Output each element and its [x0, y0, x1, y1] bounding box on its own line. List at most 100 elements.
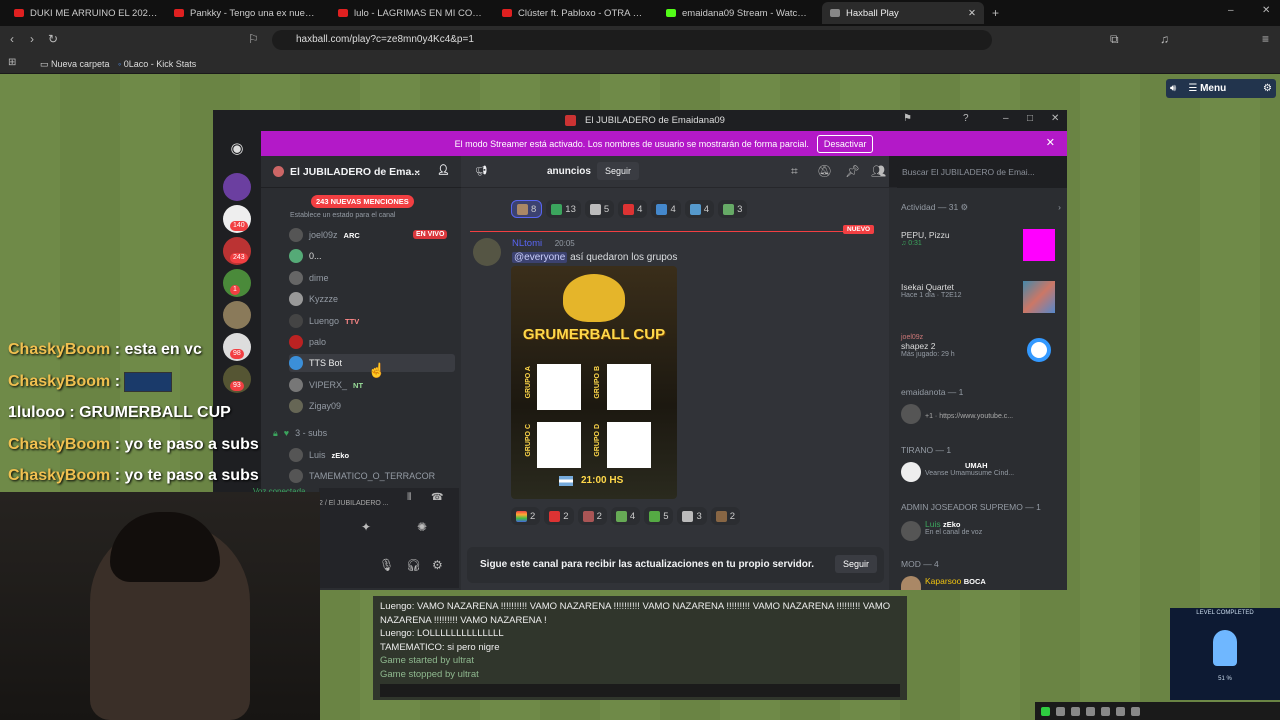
voice-member[interactable]: Kyzzze: [289, 290, 338, 308]
new-tab-icon[interactable]: +: [992, 6, 999, 20]
close-window-icon[interactable]: ✕: [1262, 5, 1270, 16]
deactivate-button[interactable]: Desactivar: [816, 134, 874, 153]
browser-tab[interactable]: Pankky - Tengo una ex nueva - YouT...: [166, 2, 326, 24]
menu-icon[interactable]: ≡: [1262, 32, 1269, 46]
inbox-icon[interactable]: ⚑: [903, 113, 912, 124]
reaction[interactable]: 5: [584, 200, 615, 218]
voice-member[interactable]: VIPERX_ NT: [289, 376, 363, 394]
reaction[interactable]: 3: [718, 200, 748, 218]
reaction[interactable]: 4: [651, 200, 681, 218]
minimize-icon[interactable]: –: [1003, 113, 1009, 124]
voice-member[interactable]: palo: [289, 333, 326, 351]
avatar: [289, 448, 303, 462]
author-avatar[interactable]: [473, 238, 501, 266]
effects-icon[interactable]: ✺: [417, 520, 427, 534]
members-icon[interactable]: 👥︎: [871, 164, 886, 178]
browser-tab[interactable]: Clúster ft. Pabloxo - OTRA SEDA ...: [494, 2, 654, 24]
browser-tab-active[interactable]: Haxball Play ✕: [822, 2, 984, 24]
tray-icon[interactable]: [1056, 706, 1065, 716]
youtube-icon: [174, 9, 184, 17]
tournament-poster-image[interactable]: GRUMERBALL CUP GRUPO A GRUPO B GRUPO C G…: [511, 266, 677, 499]
gear-icon[interactable]: ⚙: [961, 202, 969, 212]
notifications-icon[interactable]: 🔕︎: [817, 164, 832, 178]
author-name[interactable]: NLtomi: [512, 238, 542, 249]
close-icon[interactable]: ✕: [1051, 113, 1059, 124]
voice-member[interactable]: TAMEMATICO_O_TERRACOR: [289, 467, 435, 485]
server-icon[interactable]: [223, 173, 251, 201]
tray-icon[interactable]: [1131, 706, 1140, 716]
server-icon[interactable]: [223, 301, 251, 329]
follow-button[interactable]: Seguir: [597, 162, 640, 180]
browser-tab[interactable]: DUKI ME ARRUINO EL 2026 (complete...: [6, 2, 166, 24]
tray-icon[interactable]: [1086, 706, 1095, 716]
chevron-down-icon[interactable]: ⌄: [413, 165, 421, 176]
browser-tab[interactable]: emaidana09 Stream - Watch Live on...: [658, 2, 818, 24]
headphones-icon[interactable]: 🎧︎: [406, 558, 421, 572]
back-icon[interactable]: ‹: [10, 32, 14, 46]
youtube-icon: [14, 9, 24, 17]
server-header[interactable]: El JUBILADERO de Ema... ⌄ 👤︎: [261, 156, 461, 188]
tray-icon[interactable]: [1101, 706, 1110, 716]
menu-button[interactable]: ☰ Menu: [1188, 83, 1226, 94]
chevron-right-icon[interactable]: ›: [1058, 202, 1061, 212]
threads-icon[interactable]: ⌗: [791, 164, 798, 179]
url-bar[interactable]: haxball.com/play?c=ze8mn0y4Kc4&p=1: [272, 30, 992, 50]
cursor-hand-icon: ☝: [368, 362, 386, 378]
close-tab-icon[interactable]: ✕: [968, 8, 976, 19]
maximize-icon[interactable]: □: [1027, 113, 1033, 124]
apps-grid-icon[interactable]: ⊞: [8, 57, 16, 68]
game-chat-input[interactable]: [380, 684, 900, 697]
add-member-icon[interactable]: 👤︎: [437, 165, 450, 176]
reaction[interactable]: 4: [618, 200, 648, 218]
soundboard-icon[interactable]: ⦀: [407, 492, 411, 503]
member-row[interactable]: UMAH Veanse Umamusume Cind...: [901, 460, 1061, 486]
bookmark-link[interactable]: ◦ 0Laco - Kick Stats: [118, 59, 196, 69]
bookmark-folder[interactable]: ▭ Nueva carpeta: [40, 59, 110, 70]
voice-channel-subs[interactable]: 🔒︎ ♥ 3 - subs: [273, 424, 327, 442]
help-icon[interactable]: ?: [963, 113, 969, 124]
minimize-window-icon[interactable]: –: [1228, 5, 1234, 16]
extensions-icon[interactable]: ⧉: [1110, 32, 1119, 47]
member-group-header: ADMIN JOSEADOR SUPREMO — 1: [901, 502, 1041, 512]
reaction[interactable]: 2: [577, 507, 607, 525]
reaction[interactable]: 3: [677, 507, 707, 525]
new-mentions-pill[interactable]: 243 NUEVAS MENCIONES: [311, 195, 414, 208]
reaction[interactable]: 8: [511, 200, 543, 218]
reaction[interactable]: 2: [511, 507, 541, 525]
pin-icon[interactable]: 📌︎: [845, 164, 860, 178]
settings-icon[interactable]: ⚙: [1263, 83, 1272, 94]
disconnect-icon[interactable]: ☎: [431, 492, 443, 503]
voice-member[interactable]: dime: [289, 269, 329, 287]
search-input[interactable]: Buscar El JUBILADERO de Emai...: [897, 164, 1059, 181]
voice-member[interactable]: joel09z ARC: [289, 226, 360, 244]
browser-tab[interactable]: lulo - LAGRIMAS EN MI COPA #1MIL...: [330, 2, 490, 24]
reaction[interactable]: 13: [546, 200, 581, 218]
member-row[interactable]: +1 · https://www.youtube.c...: [901, 402, 1061, 428]
reload-icon[interactable]: ↻: [48, 32, 58, 46]
reaction[interactable]: 4: [684, 200, 715, 218]
forward-icon[interactable]: ›: [30, 32, 34, 46]
close-banner-icon[interactable]: ✕: [1046, 136, 1055, 149]
microphone-icon[interactable]: 🎙︎: [379, 558, 394, 572]
reaction[interactable]: 5: [644, 507, 674, 525]
reaction[interactable]: 2: [544, 507, 574, 525]
reaction[interactable]: 4: [610, 507, 641, 525]
volume-icon[interactable]: 🔊︎: [1170, 83, 1176, 94]
member-row[interactable]: Kaparsoo BOCA: [901, 576, 1061, 590]
follow-channel-button[interactable]: Seguir: [835, 555, 878, 573]
member-row[interactable]: Luis zEko En el canal de voz: [901, 519, 1061, 545]
voice-member[interactable]: Luengo TTV: [289, 312, 359, 330]
mention[interactable]: @everyone: [512, 252, 568, 263]
voice-member[interactable]: Zigay09: [289, 397, 341, 415]
media-icon[interactable]: ♫: [1160, 32, 1169, 46]
bookmark-icon[interactable]: ⚐: [248, 32, 259, 46]
reaction[interactable]: 2: [710, 507, 741, 525]
voice-member[interactable]: 0...: [289, 247, 322, 265]
tray-icon[interactable]: [1041, 706, 1050, 716]
voice-member[interactable]: Luis zEko: [289, 446, 349, 464]
activities-icon[interactable]: ✦: [361, 520, 371, 534]
tray-icon[interactable]: [1116, 706, 1125, 716]
discord-home-icon[interactable]: ◉: [223, 135, 251, 163]
user-settings-icon[interactable]: ⚙: [432, 558, 443, 572]
tray-icon[interactable]: [1071, 706, 1080, 716]
